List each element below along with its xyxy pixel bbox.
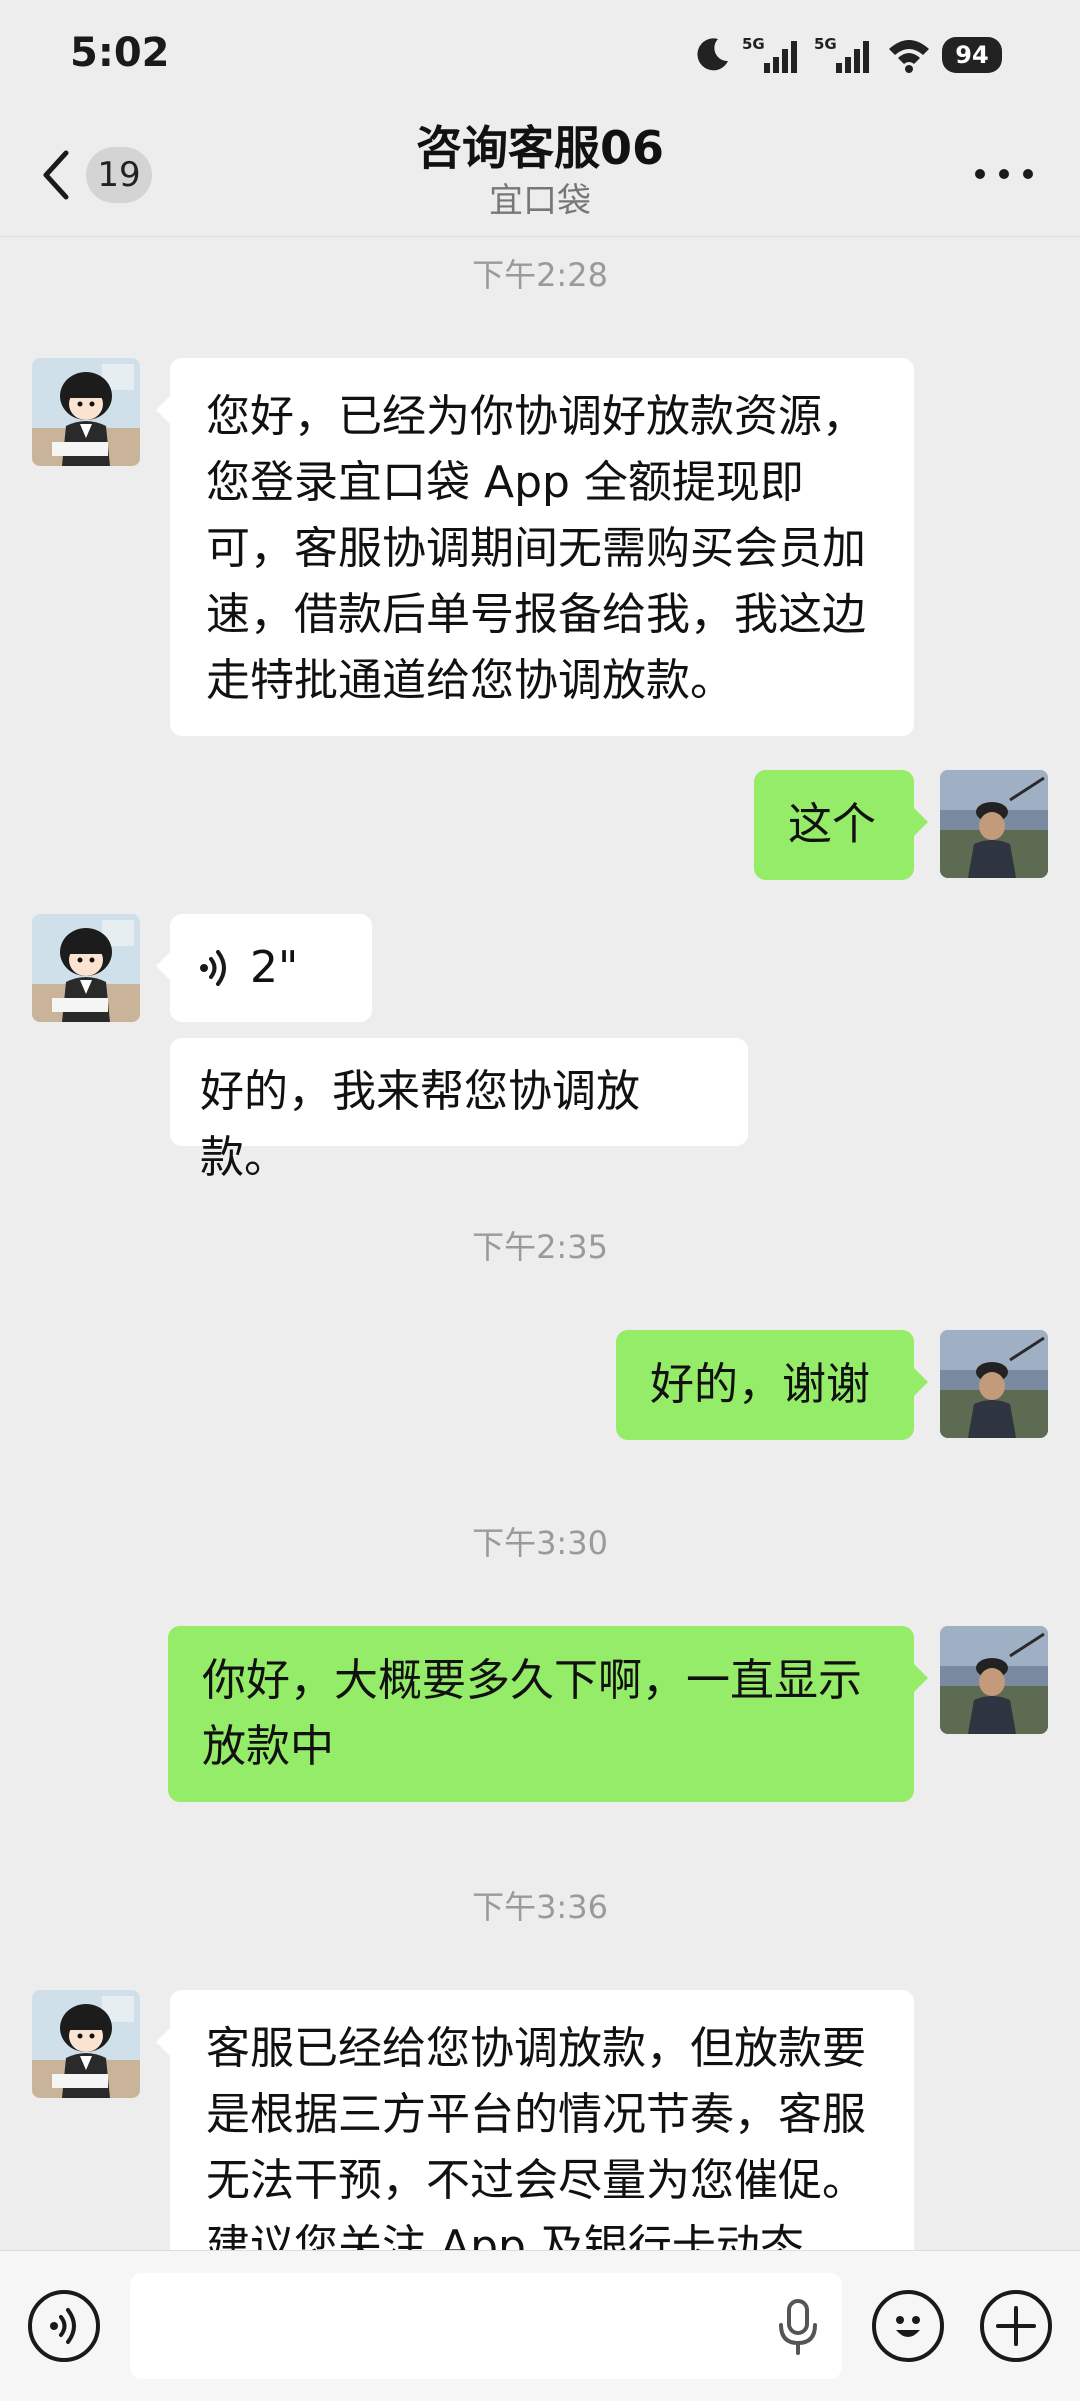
user-avatar[interactable] bbox=[940, 1626, 1048, 1734]
user-avatar-image bbox=[940, 1626, 1048, 1734]
user-avatar[interactable] bbox=[940, 770, 1048, 878]
chat-message-list[interactable]: 下午2:28 您好，已经为你协调好放款资源，您登录宜口袋 App 全额提现即可，… bbox=[0, 236, 1080, 2250]
wifi-icon bbox=[889, 40, 929, 73]
signal-icon: 5G bbox=[742, 35, 797, 73]
incoming-message-bubble[interactable]: 好的，我来帮您协调放款。 bbox=[170, 1038, 748, 1183]
battery-indicator: 94 bbox=[942, 37, 1002, 73]
timestamp: 下午2:35 bbox=[472, 1228, 608, 1266]
message-input-box bbox=[130, 2273, 842, 2379]
more-functions-button[interactable] bbox=[980, 2290, 1052, 2362]
chat-header: 19 咨询客服06 宜口袋 bbox=[0, 110, 1080, 237]
outgoing-message-bubble[interactable]: 好的，谢谢 bbox=[616, 1330, 928, 1440]
agent-avatar-image bbox=[32, 358, 140, 466]
message-text: 好的，谢谢 bbox=[650, 1359, 870, 1410]
status-bar: 5:02 5G 5G 94 bbox=[0, 0, 1080, 110]
emoji-button[interactable] bbox=[872, 2290, 944, 2362]
message-input[interactable] bbox=[130, 2273, 750, 2379]
moon-icon bbox=[697, 38, 728, 71]
incoming-message-bubble[interactable]: 客服已经给您协调放款，但放款要是根据三方平台的情况节奏，客服无法干预，不过会尽量… bbox=[156, 1990, 914, 2250]
chat-subtitle: 宜口袋 bbox=[489, 181, 591, 221]
agent-avatar[interactable] bbox=[32, 358, 140, 466]
user-avatar-image bbox=[940, 770, 1048, 878]
timestamp: 下午3:30 bbox=[472, 1524, 608, 1562]
timestamp: 下午3:36 bbox=[472, 1888, 608, 1926]
more-dots-icon bbox=[975, 169, 1033, 179]
svg-text:5G: 5G bbox=[742, 35, 765, 53]
agent-avatar[interactable] bbox=[32, 1990, 140, 2098]
status-time: 5:02 bbox=[70, 30, 170, 76]
agent-avatar[interactable] bbox=[32, 914, 140, 1022]
voice-wave-icon bbox=[200, 950, 226, 986]
emoji-icon bbox=[896, 2316, 920, 2337]
voice-icon bbox=[50, 2308, 76, 2344]
more-options-button[interactable] bbox=[964, 144, 1044, 204]
outgoing-message-bubble[interactable]: 你好，大概要多久下啊，一直显示放款中 bbox=[168, 1626, 928, 1802]
message-text: 好的，我来帮您协调放款。 bbox=[200, 1066, 640, 1183]
voice-message-bubble[interactable]: 2" bbox=[156, 914, 372, 1022]
title-block: 咨询客服06 宜口袋 bbox=[0, 118, 1080, 224]
agent-avatar-image bbox=[32, 1990, 140, 2098]
svg-text:5G: 5G bbox=[814, 35, 837, 53]
voice-duration: 2" bbox=[250, 942, 299, 993]
input-bar bbox=[0, 2250, 1080, 2401]
plus-icon bbox=[996, 2306, 1036, 2346]
message-text: 客服已经给您协调放款，但放款要是根据三方平台的情况节奏，客服无法干预，不过会尽量… bbox=[206, 2023, 866, 2250]
incoming-message-bubble[interactable]: 您好，已经为你协调好放款资源，您登录宜口袋 App 全额提现即可，客服协调期间无… bbox=[156, 358, 914, 736]
timestamp: 下午2:28 bbox=[472, 256, 608, 294]
agent-avatar-image bbox=[32, 914, 140, 1022]
message-text: 这个 bbox=[788, 799, 876, 850]
message-text: 您好，已经为你协调好放款资源，您登录宜口袋 App 全额提现即可，客服协调期间无… bbox=[206, 391, 866, 706]
chat-title: 咨询客服06 bbox=[415, 121, 664, 175]
signal-icon: 5G bbox=[814, 35, 869, 73]
user-avatar[interactable] bbox=[940, 1330, 1048, 1438]
user-avatar-image bbox=[940, 1330, 1048, 1438]
voice-toggle-button[interactable] bbox=[28, 2290, 100, 2362]
message-text: 你好，大概要多久下啊，一直显示放款中 bbox=[202, 1655, 862, 1772]
microphone-icon[interactable] bbox=[776, 2299, 820, 2355]
status-icons: 5G 5G 94 bbox=[692, 30, 1002, 80]
outgoing-message-bubble[interactable]: 这个 bbox=[754, 770, 928, 880]
